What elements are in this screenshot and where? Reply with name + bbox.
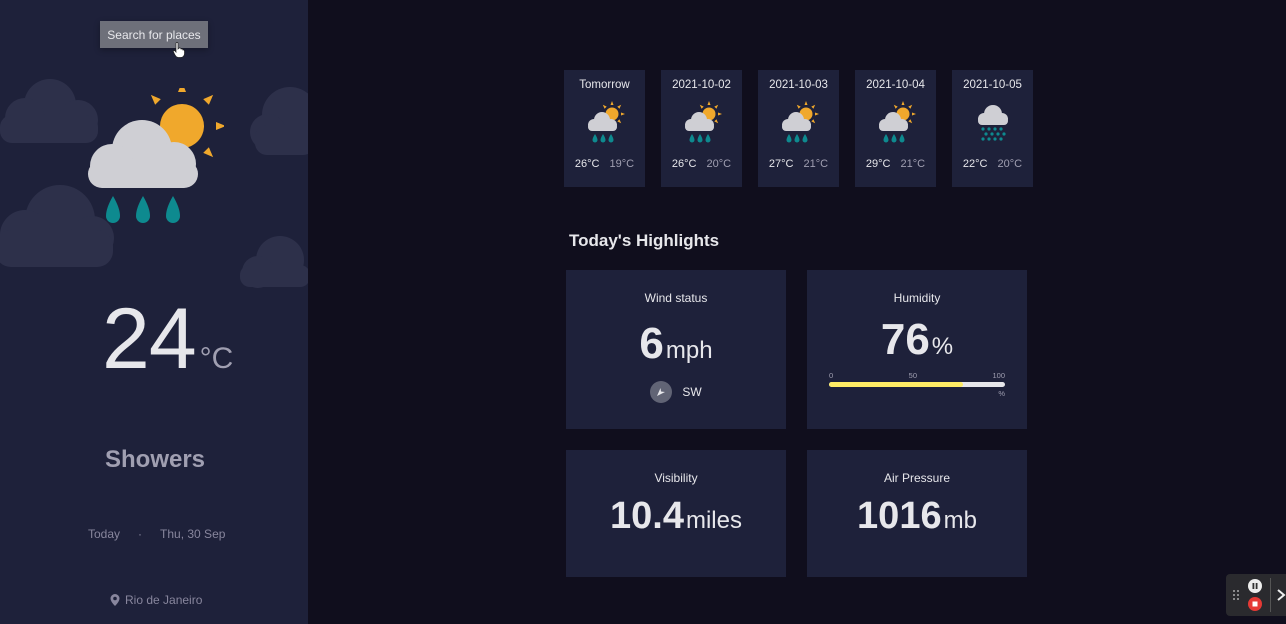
humidity-card: Humidity 76 % 0 50 100 %	[807, 270, 1027, 429]
pressure-value-row: 1016 mb	[857, 495, 977, 538]
location: Rio de Janeiro	[110, 593, 202, 607]
air-pressure-card: Air Pressure 1016 mb	[807, 450, 1027, 577]
humidity-bar-fill	[829, 382, 963, 387]
drag-handle-icon[interactable]	[1232, 589, 1240, 601]
scale-unit: %	[998, 389, 1005, 398]
search-places-button[interactable]: Search for places	[100, 21, 208, 48]
current-temperature: 24 °C	[102, 296, 233, 382]
forecast-card: 2021-10-03 27°C 21°C	[758, 70, 839, 187]
scale-min: 0	[829, 371, 834, 380]
forecast-day: 2021-10-05	[963, 79, 1022, 91]
forecast-temps: 22°C 20°C	[963, 158, 1022, 170]
forecast-max: 26°C	[671, 158, 697, 170]
visibility-value: 10.4	[610, 495, 684, 537]
visibility-unit: miles	[685, 507, 742, 534]
forecast-day: 2021-10-03	[769, 79, 828, 91]
stop-icon[interactable]	[1248, 597, 1262, 611]
forecast-day: 2021-10-04	[866, 79, 925, 91]
forecast-max: 27°C	[768, 158, 794, 170]
heavy-rain-icon	[977, 105, 1008, 141]
pressure-title: Air Pressure	[883, 471, 951, 485]
wind-value-row: 6 mph	[639, 319, 712, 369]
visibility-value-row: 10.4 miles	[610, 495, 742, 538]
location-pin-icon	[110, 594, 120, 606]
visibility-card: Visibility 10.4 miles	[566, 450, 786, 577]
scale-labels: 0 50 100	[829, 371, 1005, 380]
sun-cloud-rain-icon	[781, 101, 820, 143]
separator: ·	[138, 527, 143, 541]
today-label: Today	[88, 527, 121, 541]
forecast-max: 29°C	[865, 158, 891, 170]
forecast-min: 20°C	[997, 158, 1023, 170]
sun-cloud-rain-icon	[878, 101, 917, 143]
temperature-value: 24	[102, 291, 197, 387]
wind-direction-icon	[650, 381, 673, 403]
forecast-temps: 29°C 21°C	[866, 158, 925, 170]
forecast-day: 2021-10-02	[672, 79, 731, 91]
forecast-card: 2021-10-05 22°C 20°C	[952, 70, 1033, 187]
weather-condition: Showers	[105, 446, 206, 473]
forecast-max: 26°C	[574, 158, 600, 170]
pause-icon[interactable]	[1248, 579, 1262, 593]
sun-cloud-rain-icon	[88, 88, 224, 223]
wind-direction: SW	[650, 381, 702, 403]
sun-cloud-rain-icon	[587, 101, 626, 143]
pressure-unit: mb	[943, 507, 977, 534]
wind-value: 6	[639, 319, 664, 368]
pressure-value: 1016	[857, 495, 942, 537]
forecast-card: Tomorrow 26°C 19°C	[564, 70, 645, 187]
visibility-title: Visibility	[654, 471, 698, 485]
temperature-unit: °C	[199, 342, 234, 375]
forecast-min: 19°C	[609, 158, 635, 170]
wind-direction-label: SW	[682, 385, 702, 399]
humidity-value: 76	[880, 315, 930, 364]
current-date: Thu, 30 Sep	[160, 527, 226, 541]
humidity-title: Humidity	[893, 291, 941, 305]
scale-max: 100	[992, 371, 1005, 380]
chevron-right-icon[interactable]	[1276, 588, 1286, 602]
sun-cloud-rain-icon	[684, 101, 723, 143]
forecast-temps: 26°C 19°C	[575, 158, 634, 170]
forecast-min: 21°C	[900, 158, 926, 170]
forecast-list: Tomorrow 26°C 19°C 2021-10-02 26°C 20°C …	[564, 70, 1033, 187]
wind-unit: mph	[665, 337, 713, 364]
forecast-max: 22°C	[962, 158, 988, 170]
date-row: Today · Thu, 30 Sep	[88, 527, 225, 541]
wind-status-card: Wind status 6 mph SW	[566, 270, 786, 429]
forecast-card: 2021-10-02 26°C 20°C	[661, 70, 742, 187]
wind-title: Wind status	[644, 291, 708, 305]
forecast-min: 21°C	[803, 158, 829, 170]
humidity-value-row: 76 %	[881, 315, 953, 365]
sidebar: Search for places 24 °C Showers Today · …	[0, 0, 308, 624]
hand-cursor-icon	[173, 42, 185, 58]
forecast-min: 20°C	[706, 158, 732, 170]
humidity-bar-track	[829, 382, 1005, 387]
forecast-card: 2021-10-04 29°C 21°C	[855, 70, 936, 187]
location-name: Rio de Janeiro	[125, 593, 203, 607]
highlights-title: Today's Highlights	[569, 231, 720, 250]
forecast-day: Tomorrow	[579, 79, 630, 91]
scale-mid: 50	[908, 371, 917, 380]
humidity-unit: %	[931, 333, 954, 360]
humidity-scale: 0 50 100 %	[829, 371, 1005, 398]
forecast-temps: 27°C 21°C	[769, 158, 828, 170]
recorder-widget	[1226, 574, 1286, 616]
recorder-controls	[1248, 579, 1262, 611]
forecast-temps: 26°C 20°C	[672, 158, 731, 170]
